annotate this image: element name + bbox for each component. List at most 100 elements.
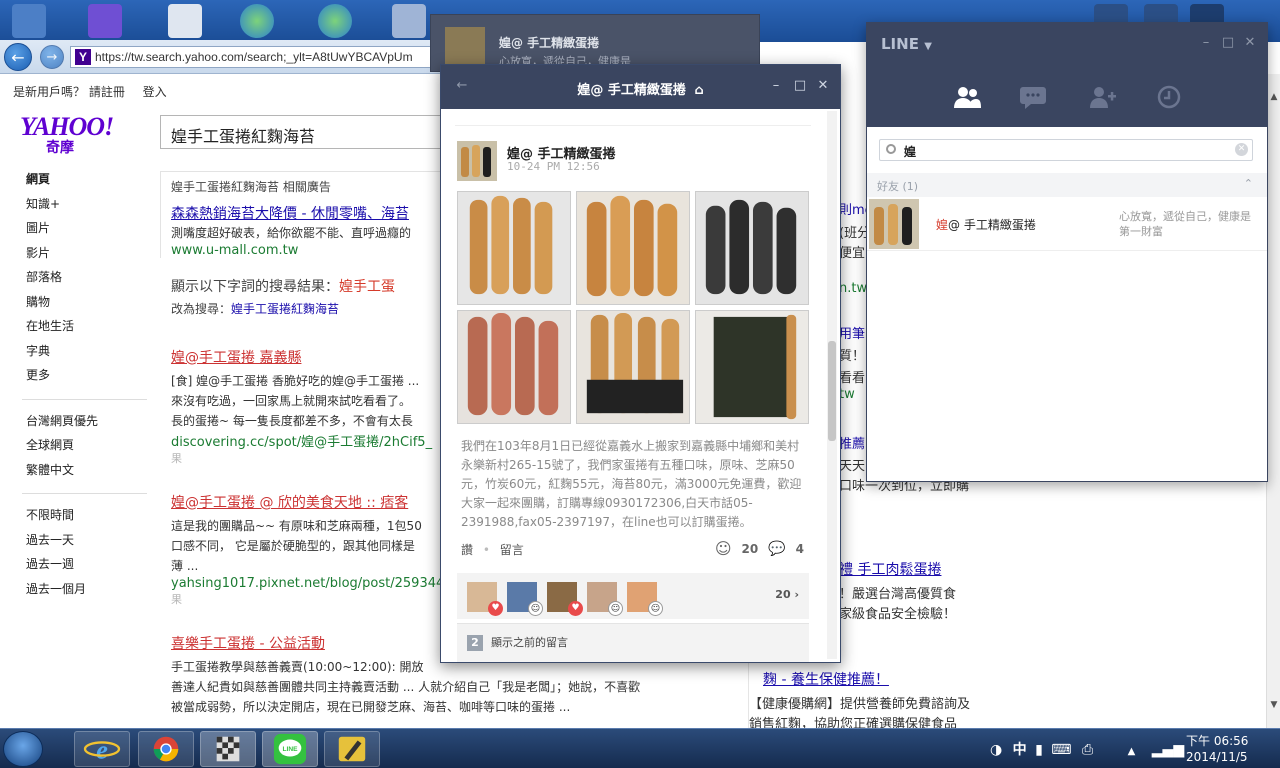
like-button[interactable]: 讚	[461, 543, 473, 557]
scroll-thumb[interactable]	[828, 341, 836, 441]
comment-count: 4	[795, 541, 804, 556]
minimize-icon[interactable]: –	[769, 78, 783, 93]
chrome-task-button[interactable]	[138, 731, 194, 767]
filter-traditional-chinese[interactable]: 繁體中文	[26, 461, 151, 486]
filter-global[interactable]: 全球網頁	[26, 436, 151, 461]
friends-tab-icon[interactable]	[953, 85, 981, 109]
time-any[interactable]: 不限時間	[26, 506, 151, 531]
avatar[interactable]: ♥	[547, 582, 583, 616]
nav-images[interactable]: 圖片	[26, 219, 151, 244]
friend-name-rest: @ 手工精緻蛋捲	[948, 218, 1036, 232]
globe-desktop-icon[interactable]	[318, 4, 352, 38]
search-input[interactable]: 媓手工蛋捲紅麴海苔	[160, 115, 450, 149]
ie-task-button[interactable]: e	[74, 731, 130, 767]
chats-tab-icon[interactable]	[1019, 85, 1047, 109]
likers-row[interactable]: ♥ ☺ ♥ ☺ ☺ 20 ›	[457, 573, 809, 619]
nav-video[interactable]: 影片	[26, 244, 151, 269]
friend-search-input[interactable]: 媓 ✕	[879, 139, 1253, 161]
address-bar[interactable]: Y https://tw.search.yahoo.com/search;_yl…	[70, 46, 436, 68]
maximize-icon[interactable]: □	[793, 78, 807, 93]
forward-button[interactable]: →	[40, 45, 64, 69]
network-icon[interactable]: ▂▄▆	[1152, 742, 1184, 758]
register-link[interactable]: 是新用戶嗎？ 請註冊	[13, 85, 125, 99]
desktop-icon[interactable]	[392, 4, 426, 38]
tray-icon[interactable]: ◑	[990, 742, 1002, 758]
start-button[interactable]	[3, 731, 43, 767]
friend-list-item[interactable]: 媓@ 手工精緻蛋捲 心放寬，遞從自己，健康是第一財富	[867, 199, 1267, 251]
minimize-icon[interactable]: –	[1199, 35, 1213, 50]
nav-local[interactable]: 在地生活	[26, 317, 151, 342]
photo-seaweed-rolls[interactable]	[576, 310, 690, 424]
home-icon[interactable]: ⌂	[694, 83, 703, 98]
right-ad-title[interactable]: 麴 - 養生保健推薦！	[763, 669, 889, 689]
photo-charcoal-rolls[interactable]	[695, 191, 809, 305]
avatar[interactable]: ☺	[627, 582, 663, 616]
line-task-button[interactable]: LINE	[262, 731, 318, 767]
likers-count[interactable]: 20 ›	[775, 588, 799, 601]
previous-comments-link[interactable]: 2 顯示之前的留言	[457, 623, 809, 662]
login-link[interactable]: 登入	[143, 85, 167, 99]
tray-icon[interactable]: ⎙	[1082, 742, 1093, 758]
right-fragment[interactable]: n.tw	[839, 281, 867, 296]
chevron-up-icon[interactable]: ⌃	[1244, 177, 1253, 190]
right-fragment: 天天	[839, 459, 866, 474]
right-fragment[interactable]: 推薦	[839, 433, 865, 452]
post-actions: 讚 • 留言	[461, 541, 524, 558]
nav-shopping[interactable]: 購物	[26, 293, 151, 318]
friends-section-header[interactable]: 好友 (1) ⌃	[867, 173, 1267, 197]
tray-icon[interactable]: ▮	[1035, 742, 1043, 758]
avatar[interactable]: ☺	[587, 582, 623, 616]
chat-window: ← 媓@ 手工精緻蛋捲 ⌂ – □ ✕ 媓@ 手工精緻蛋捲 10-24 PM 1…	[440, 64, 841, 663]
scroll-down-icon[interactable]: ▼	[1267, 698, 1280, 712]
globe-desktop-icon[interactable]	[240, 4, 274, 38]
right-fragment[interactable]: tw	[839, 387, 855, 402]
photo-sesame-rolls[interactable]	[576, 191, 690, 305]
desktop-icon[interactable]	[12, 4, 46, 38]
comment-button[interactable]: 留言	[500, 543, 524, 557]
avatar	[869, 199, 919, 249]
time-past-week[interactable]: 過去一週	[26, 555, 151, 580]
showing-term[interactable]: 媓手工蛋	[339, 279, 395, 295]
line-brand-menu[interactable]: LINE ▼	[881, 35, 932, 53]
avatar[interactable]	[457, 141, 497, 181]
nav-more[interactable]: 更多	[26, 366, 151, 391]
nav-knowledge[interactable]: 知識+	[26, 195, 151, 220]
right-ad-title[interactable]: 禮 手工肉鬆蛋捲	[839, 559, 941, 579]
address-url[interactable]: https://tw.search.yahoo.com/search;_ylt=…	[95, 50, 413, 64]
add-friend-tab-icon[interactable]	[1089, 85, 1117, 109]
nav-blog[interactable]: 部落格	[26, 268, 151, 293]
chat-scrollbar[interactable]	[827, 111, 837, 659]
close-icon[interactable]: ✕	[816, 78, 830, 93]
document-desktop-icon[interactable]	[168, 4, 202, 38]
instead-term[interactable]: 媓手工蛋捲紅麴海苔	[231, 302, 339, 316]
ie-icon: e	[83, 734, 121, 764]
app-task-button[interactable]	[200, 731, 256, 767]
search-value: 媓	[904, 145, 917, 159]
back-button[interactable]: ←	[4, 43, 32, 71]
avatar[interactable]: ☺	[507, 582, 543, 616]
nav-web[interactable]: 網頁	[26, 170, 151, 195]
smile-icon: ☺	[714, 539, 732, 558]
avatar[interactable]: ♥	[467, 582, 503, 616]
photo-original-rolls[interactable]	[457, 191, 571, 305]
photo-red-yeast-rolls[interactable]	[457, 310, 571, 424]
filter-taiwan-first[interactable]: 台灣網頁優先	[26, 412, 151, 437]
time-past-day[interactable]: 過去一天	[26, 531, 151, 556]
timeline-tab-icon[interactable]	[1155, 85, 1183, 109]
maximize-icon[interactable]: □	[1221, 35, 1235, 50]
app-task-button[interactable]	[324, 731, 380, 767]
right-ad-text: 【健康優購網】提供營養師免費諮詢及	[749, 697, 971, 712]
word-desktop-icon[interactable]	[88, 4, 122, 38]
clock[interactable]: 下午 06:56 2014/11/5	[1186, 733, 1248, 765]
right-fragment[interactable]: 用筆	[839, 323, 865, 342]
page-scrollbar[interactable]: ▲ ▼	[1266, 74, 1280, 728]
time-past-month[interactable]: 過去一個月	[26, 580, 151, 605]
photo-seaweed-sheet-roll[interactable]	[695, 310, 809, 424]
clear-icon[interactable]: ✕	[1235, 143, 1248, 156]
scroll-up-icon[interactable]: ▲	[1267, 90, 1280, 104]
close-icon[interactable]: ✕	[1243, 35, 1257, 50]
ime-indicator[interactable]: 中	[1013, 742, 1027, 758]
tray-icon[interactable]: ⌨	[1051, 742, 1071, 758]
show-hidden-icon[interactable]: ▲	[1128, 746, 1136, 757]
nav-dictionary[interactable]: 字典	[26, 342, 151, 367]
